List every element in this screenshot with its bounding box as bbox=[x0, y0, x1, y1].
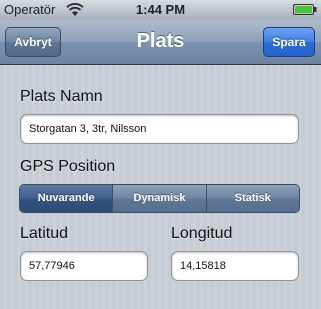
latitude-field[interactable]: 57,77946 bbox=[20, 251, 148, 281]
save-button[interactable]: Spara bbox=[263, 27, 315, 57]
gps-position-label: GPS Position bbox=[20, 158, 116, 175]
place-name-field[interactable]: Storgatan 3, 3tr, Nilsson bbox=[20, 114, 299, 144]
navigation-bar: Avbryt Plats Spara bbox=[0, 20, 321, 65]
status-time: 1:44 PM bbox=[135, 2, 186, 17]
battery-icon bbox=[293, 4, 317, 15]
gps-mode-static[interactable]: Statisk bbox=[205, 185, 299, 212]
status-bar: Operatör 1:44 PM bbox=[0, 0, 321, 20]
longitude-field[interactable]: 14,15818 bbox=[171, 251, 299, 281]
place-name-label: Plats Namn bbox=[20, 88, 103, 105]
gps-mode-selector: Nuvarande Dynamisk Statisk bbox=[19, 184, 300, 213]
gps-mode-current[interactable]: Nuvarande bbox=[20, 185, 113, 212]
latitude-label: Latitud bbox=[20, 225, 69, 242]
gps-mode-dynamic[interactable]: Dynamisk bbox=[112, 185, 206, 212]
longitude-label: Longitud bbox=[171, 225, 233, 242]
